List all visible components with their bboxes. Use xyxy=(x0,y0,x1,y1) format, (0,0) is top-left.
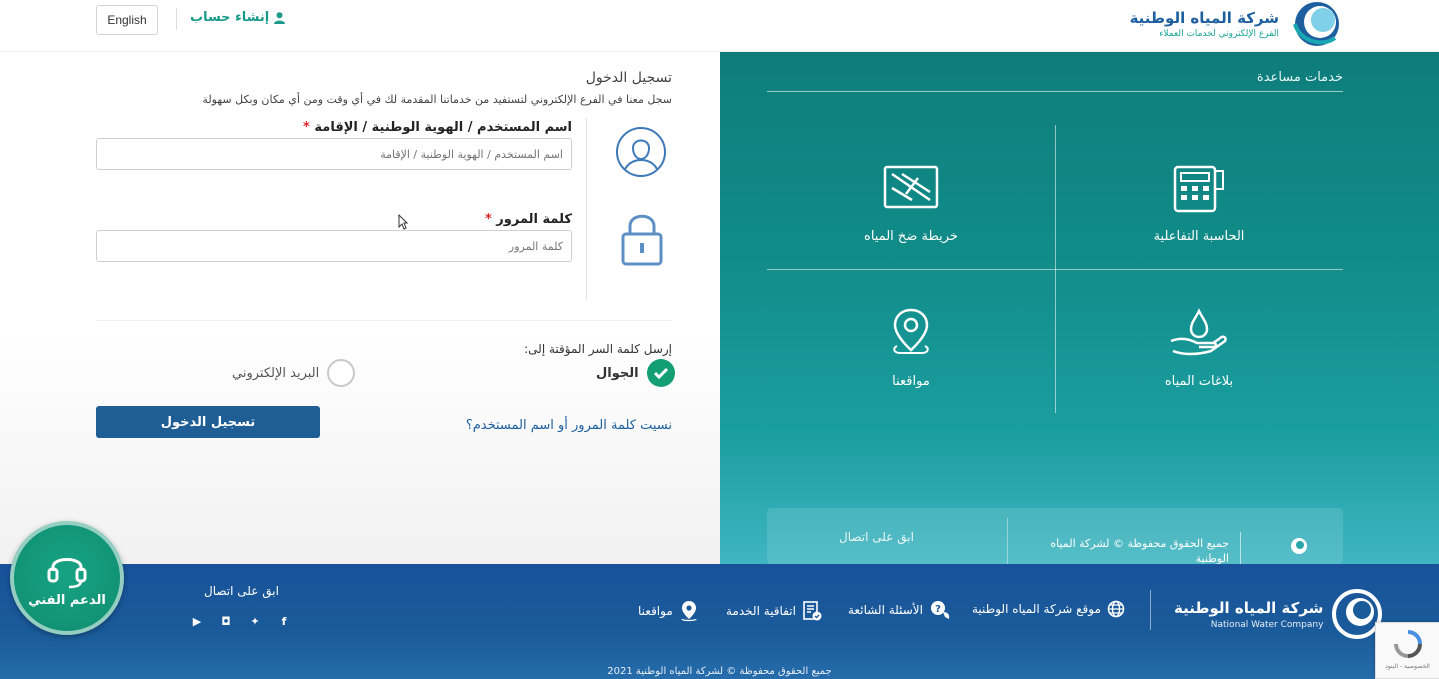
page-footer: شركة المياه الوطنية National Water Compa… xyxy=(0,564,1439,679)
send-otp-label: إرسل كلمة السر المؤقتة إلى: xyxy=(524,342,672,356)
service-calculator-label: الحاسبة التفاعلية xyxy=(1153,229,1245,244)
service-pumping-map[interactable]: خريطة ضخ المياه xyxy=(767,125,1055,265)
footer-link-faq[interactable]: ? الأسئلة الشائعة xyxy=(848,600,951,620)
service-water-reports[interactable]: بلاغات المياه xyxy=(1055,270,1343,410)
location-pin-icon xyxy=(681,601,697,622)
service-water-reports-label: بلاغات المياه xyxy=(1164,374,1234,389)
username-label: اسم المستخدم / الهوية الوطنية / الإقامة … xyxy=(303,120,572,135)
footer-link-website[interactable]: موقع شركة المياه الوطنية xyxy=(972,600,1125,618)
user-avatar-icon xyxy=(616,127,666,177)
forgot-password-link[interactable]: نسيت كلمة المرور أو اسم المستخدم؟ xyxy=(466,418,672,433)
services-panel: خدمات مساعدة الحاسبة التفاعلية خريطة ضخ … xyxy=(720,52,1439,565)
footer-logo-subtitle: National Water Company xyxy=(1210,619,1324,630)
twitter-icon[interactable]: ✦ xyxy=(246,612,264,630)
recaptcha-text: الخصوصية - البنود xyxy=(1385,663,1430,670)
top-header: English إنشاء حساب شركة المياه الوطنية ا… xyxy=(0,0,1439,52)
calculator-icon xyxy=(1171,157,1227,217)
password-label-text: كلمة المرور xyxy=(496,212,572,227)
footer-link-locations[interactable]: مواقعنا xyxy=(638,600,699,622)
footer-link-website-label: موقع شركة المياه الوطنية xyxy=(972,602,1101,616)
card-follow-label: ابق على اتصال xyxy=(839,530,914,544)
technical-support-button[interactable]: الدعم الفني xyxy=(10,521,124,635)
login-subtitle: سجل معنا في الفرع الإلكتروني لتستفيد من … xyxy=(202,93,672,106)
map-icon xyxy=(882,157,940,217)
footer-link-locations-label: مواقعنا xyxy=(638,604,673,618)
radio-email-label: البريد الإلكتروني xyxy=(232,365,320,381)
services-footer-card: ابق على اتصال جميع الحقوق محفوظة © لشركة… xyxy=(767,508,1343,565)
required-mark: * xyxy=(303,120,310,135)
services-title: خدمات مساعدة xyxy=(1256,70,1343,85)
footer-divider xyxy=(1150,590,1151,630)
service-calculator[interactable]: الحاسبة التفاعلية xyxy=(1055,125,1343,265)
company-logo[interactable]: شركة المياه الوطنية الفرع الإلكتروني لخد… xyxy=(1130,0,1343,48)
header-divider xyxy=(176,8,177,30)
service-locations[interactable]: مواقعنا xyxy=(767,270,1055,410)
footer-link-agreement[interactable]: اتفاقية الخدمة xyxy=(726,600,822,622)
footer-link-agreement-label: اتفاقية الخدمة xyxy=(726,604,796,618)
logo-title: شركة المياه الوطنية xyxy=(1129,9,1279,27)
login-submit-button[interactable]: تسجيل الدخول xyxy=(96,406,320,438)
water-hand-icon xyxy=(1169,302,1229,362)
username-input[interactable] xyxy=(96,138,572,170)
instagram-icon[interactable]: ◘ xyxy=(217,612,235,630)
social-links: ▶ ◘ ✦ f xyxy=(188,612,293,630)
facebook-icon[interactable]: f xyxy=(275,612,293,630)
card-copyright: جميع الحقوق محفوظة © لشركة المياه الوطني… xyxy=(1050,537,1229,565)
username-label-text: اسم المستخدم / الهوية الوطنية / الإقامة xyxy=(314,120,572,135)
logo-mark-icon xyxy=(1293,2,1339,46)
footer-copyright: جميع الحقوق محفوظة © لشركة المياه الوطني… xyxy=(607,666,832,677)
recaptcha-icon xyxy=(1393,630,1422,658)
agreement-icon xyxy=(803,601,822,621)
footer-logo[interactable]: شركة المياه الوطنية National Water Compa… xyxy=(1174,588,1383,640)
headset-icon xyxy=(47,557,87,588)
globe-icon xyxy=(1107,600,1125,618)
icon-divider xyxy=(586,118,587,300)
service-pumping-map-label: خريطة ضخ المياه xyxy=(864,229,958,244)
radio-mobile-label: الجوال xyxy=(596,365,639,381)
footer-logo-title: شركة المياه الوطنية xyxy=(1174,598,1324,617)
create-account-link[interactable]: إنشاء حساب xyxy=(190,10,286,25)
user-icon xyxy=(274,11,286,24)
password-input[interactable] xyxy=(96,230,572,262)
radio-option-mobile[interactable]: الجوال xyxy=(596,359,675,387)
mouse-cursor-icon xyxy=(398,214,408,230)
login-title: تسجيل الدخول xyxy=(585,70,672,86)
footer-follow-label: ابق على اتصال xyxy=(204,584,279,598)
recaptcha-badge[interactable]: الخصوصية - البنود xyxy=(1375,622,1439,679)
location-pin-icon xyxy=(889,302,933,362)
support-label: الدعم الفني xyxy=(28,592,106,608)
required-mark: * xyxy=(484,212,492,227)
faq-icon: ? xyxy=(931,601,950,619)
svg-text:?: ? xyxy=(935,604,941,615)
youtube-icon[interactable]: ▶ xyxy=(188,612,206,630)
radio-option-email[interactable]: البريد الإلكتروني xyxy=(232,359,356,387)
password-label: كلمة المرور * xyxy=(485,212,572,227)
logo-subtitle: الفرع الإلكتروني لخدمات العملاء xyxy=(1159,29,1279,39)
service-locations-label: مواقعنا xyxy=(892,374,930,389)
services-title-underline xyxy=(767,91,1343,92)
card-divider xyxy=(1007,518,1008,564)
footer-link-faq-label: الأسئلة الشائعة xyxy=(848,603,923,617)
radio-selected-check-icon[interactable] xyxy=(646,359,675,387)
radio-unselected-circle[interactable] xyxy=(327,359,356,387)
card-logo-icon xyxy=(1291,538,1307,554)
section-divider xyxy=(96,320,672,321)
create-account-label: إنشاء حساب xyxy=(190,10,270,25)
card-divider xyxy=(1240,532,1241,564)
language-switch-button[interactable]: English xyxy=(96,5,158,35)
lock-icon xyxy=(621,214,663,266)
